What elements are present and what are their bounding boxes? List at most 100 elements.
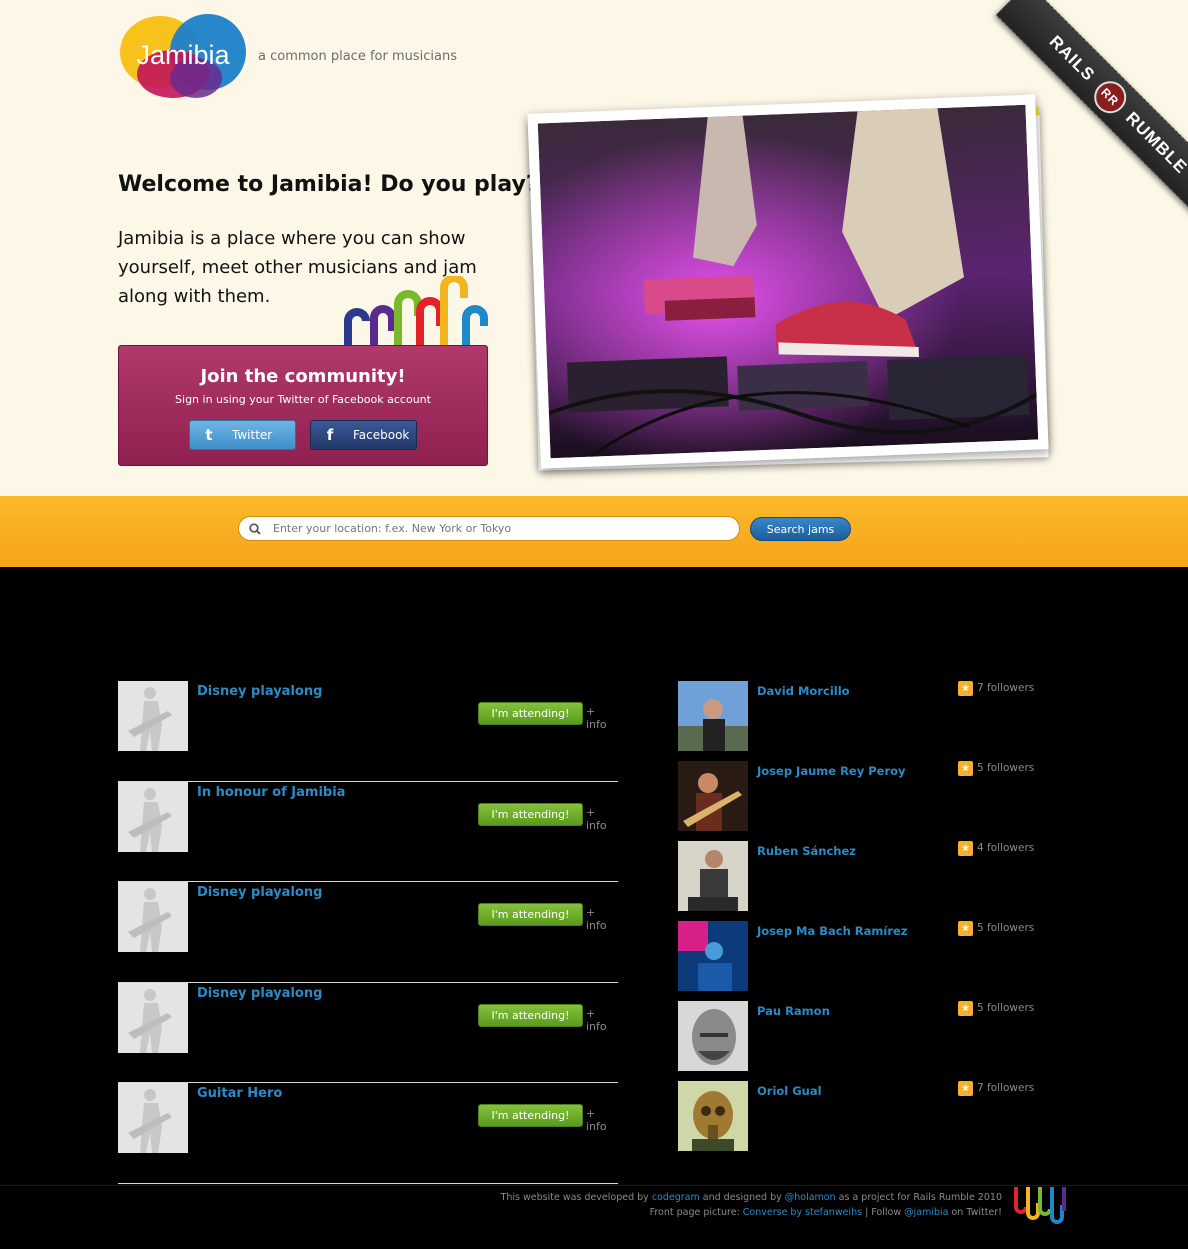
facebook-sign-in-button[interactable]: f Facebook <box>310 420 417 450</box>
musician-name[interactable]: Ruben Sánchez <box>757 844 856 858</box>
join-community-panel: Join the community! Sign in using your T… <box>118 345 488 466</box>
more-info-link[interactable]: + info <box>586 705 618 731</box>
guitarist-silhouette-icon <box>118 1083 188 1153</box>
attending-button[interactable]: I'm attending! <box>478 1104 583 1127</box>
photo-frame <box>527 94 1049 469</box>
footer: This website was developed by codegram a… <box>501 1190 1002 1220</box>
attending-button[interactable]: I'm attending! <box>478 903 583 926</box>
guitarist-silhouette-icon <box>118 781 188 852</box>
facebook-button-label: Facebook <box>353 428 410 442</box>
front-page-photo <box>527 94 1049 471</box>
footer-line-credits: This website was developed by codegram a… <box>501 1190 1002 1205</box>
musician-item: Josep Ma Bach Ramírez ★ 5 followers <box>678 921 1038 1001</box>
twitter-sign-in-button[interactable]: t Twitter <box>189 420 296 450</box>
jamibia-logo[interactable]: Jamibia <box>118 12 248 100</box>
hero-section: Jamibia a common place for musicians RAI… <box>0 0 1188 496</box>
musician-avatar[interactable] <box>678 921 748 991</box>
jam-item: In honour of Jamibia I'm attending! + in… <box>118 781 618 882</box>
join-subtitle: Sign in using your Twitter of Facebook a… <box>175 393 431 406</box>
star-icon: ★ <box>958 921 973 936</box>
jam-item: Guitar Hero I'm attending! + info <box>118 1083 618 1184</box>
follower-count: 7 followers <box>977 682 1035 694</box>
facebook-icon: f <box>326 426 334 444</box>
search-jams-button[interactable]: Search jams <box>750 517 851 541</box>
jam-title[interactable]: Disney playalong <box>197 986 322 1001</box>
follower-count: 7 followers <box>977 1082 1035 1094</box>
welcome-title: Welcome to Jamibia! Do you play? <box>118 172 539 197</box>
more-info-link[interactable]: + info <box>586 906 618 932</box>
musician-name[interactable]: Oriol Gual <box>757 1084 822 1098</box>
jam-title[interactable]: In honour of Jamibia <box>197 785 345 800</box>
musician-name[interactable]: David Morcillo <box>757 684 850 698</box>
follower-count: 5 followers <box>977 1002 1035 1014</box>
search-icon <box>249 522 261 535</box>
follower-count: 5 followers <box>977 922 1035 934</box>
jam-item: Disney playalong I'm attending! + info <box>118 882 618 983</box>
footer-text: Front page picture: <box>649 1207 743 1218</box>
more-info-link[interactable]: + info <box>586 806 618 832</box>
attending-button[interactable]: I'm attending! <box>478 1003 583 1027</box>
more-info-link[interactable]: + info <box>586 1007 618 1033</box>
footer-line-picture: Front page picture: Converse by stefanwe… <box>501 1205 1002 1220</box>
jam-thumbnail[interactable] <box>118 681 188 751</box>
jam-title[interactable]: Disney playalong <box>197 684 322 699</box>
jamibia-squiggle-logo <box>1014 1187 1066 1224</box>
guitarist-silhouette-icon <box>118 681 188 751</box>
guitarist-silhouette-icon <box>118 982 188 1053</box>
jam-title[interactable]: Guitar Hero <box>197 1086 282 1101</box>
star-icon: ★ <box>958 1001 973 1016</box>
musician-name[interactable]: Pau Ramon <box>757 1004 830 1018</box>
star-icon: ★ <box>958 1081 973 1096</box>
star-icon: ★ <box>958 761 973 776</box>
twitter-icon: t <box>205 426 213 444</box>
footer-text: as a project for Rails Rumble 2010 <box>835 1192 1002 1203</box>
jam-list: Disney playalong I'm attending! + info I… <box>118 681 618 1184</box>
musician-avatar[interactable] <box>678 1001 748 1071</box>
attending-button[interactable]: I'm attending! <box>478 702 583 725</box>
musician-name[interactable]: Josep Ma Bach Ramírez <box>757 924 908 938</box>
musician-item: David Morcillo ★ 7 followers <box>678 681 1038 761</box>
star-icon: ★ <box>958 681 973 696</box>
colorful-squiggle-decoration <box>344 276 488 346</box>
search-band: Search jams <box>0 496 1188 567</box>
musician-avatar[interactable] <box>678 1081 748 1151</box>
logo-text: Jamibia <box>136 40 230 70</box>
ribbon-text-right: RUMBLE <box>1121 108 1188 178</box>
footer-text: | Follow <box>862 1207 905 1218</box>
jam-thumbnail[interactable] <box>118 1083 188 1153</box>
jam-thumbnail[interactable] <box>118 781 188 852</box>
twitter-button-label: Twitter <box>232 428 273 442</box>
picture-credit-link[interactable]: Converse by stefanweihs <box>743 1207 862 1218</box>
holamon-link[interactable]: @holamon <box>785 1192 836 1203</box>
follower-count: 4 followers <box>977 842 1035 854</box>
rails-rumble-badge-icon: RR <box>1087 74 1133 120</box>
musician-item: Oriol Gual ★ 7 followers <box>678 1081 1038 1161</box>
join-title: Join the community! <box>200 366 406 387</box>
codegram-link[interactable]: codegram <box>652 1192 700 1203</box>
star-icon: ★ <box>958 841 973 856</box>
footer-text: This website was developed by <box>500 1192 652 1203</box>
jamibia-twitter-link[interactable]: @jamibia <box>904 1207 948 1218</box>
musician-item: Pau Ramon ★ 5 followers <box>678 1001 1038 1081</box>
follower-count: 5 followers <box>977 762 1035 774</box>
musician-name[interactable]: Josep Jaume Rey Peroy <box>757 764 906 778</box>
more-info-link[interactable]: + info <box>586 1107 618 1133</box>
jam-thumbnail[interactable] <box>118 982 188 1053</box>
tagline: a common place for musicians <box>258 49 457 64</box>
jam-title[interactable]: Disney playalong <box>197 885 322 900</box>
guitarist-silhouette-icon <box>118 882 188 952</box>
attending-button[interactable]: I'm attending! <box>478 802 583 826</box>
footer-text: on Twitter! <box>948 1207 1002 1218</box>
ribbon-text-left: RAILS <box>1045 31 1099 85</box>
location-search-field[interactable] <box>238 516 740 541</box>
footer-divider <box>0 1185 1188 1186</box>
footer-text: and designed by <box>699 1192 785 1203</box>
musician-avatar[interactable] <box>678 841 748 911</box>
musician-avatar[interactable] <box>678 681 748 751</box>
musician-list: David Morcillo ★ 7 followers Josep Jaume… <box>678 681 1038 1161</box>
musician-avatar[interactable] <box>678 761 748 831</box>
concert-pedals-photo <box>537 104 1039 459</box>
jam-thumbnail[interactable] <box>118 882 188 952</box>
musician-item: Josep Jaume Rey Peroy ★ 5 followers <box>678 761 1038 841</box>
location-search-input[interactable] <box>273 522 713 535</box>
